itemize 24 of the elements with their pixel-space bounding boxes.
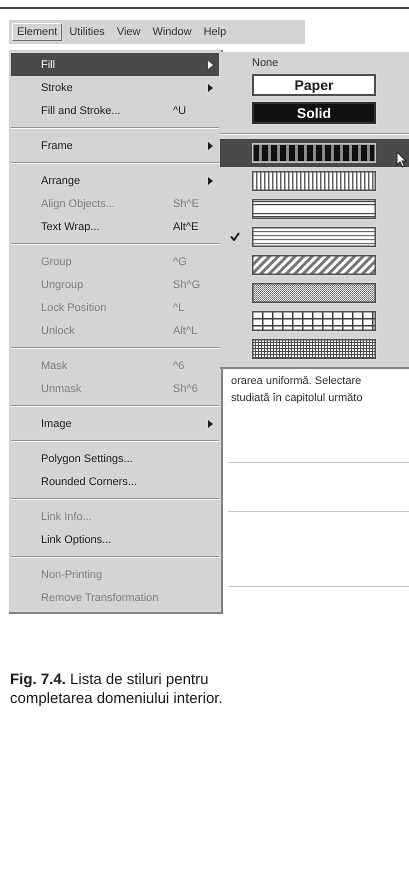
solid-option[interactable]: Solid — [252, 102, 376, 124]
menu-bar-item[interactable]: Element — [12, 23, 62, 41]
menu-item[interactable]: Rounded Corners... — [11, 470, 219, 493]
menu-bar-item[interactable]: View — [112, 23, 146, 41]
document-text-line: studiată în capitolul următo — [230, 391, 364, 406]
menu-bar-item[interactable]: Window — [147, 23, 197, 41]
menu-item[interactable]: Polygon Settings... — [11, 447, 219, 470]
menu-bar-item[interactable]: Utilities — [64, 23, 110, 41]
pointer-cursor-icon — [396, 151, 407, 168]
menu-item[interactable]: Text Wrap... Alt^E — [11, 215, 219, 238]
none-option[interactable]: None — [252, 57, 278, 69]
menu-item[interactable]: Image — [11, 412, 219, 435]
fill-pattern-option[interactable] — [220, 139, 409, 167]
menu-item[interactable]: Link Options... — [11, 528, 219, 551]
menu-item[interactable]: Fill and Stroke... ^U — [11, 99, 219, 122]
document-text-line: orarea uniformă. Selectare — [230, 374, 362, 389]
menu-bar-item[interactable]: Help — [198, 23, 232, 41]
check-icon — [230, 232, 240, 241]
menu-item[interactable]: Frame — [11, 134, 219, 157]
menu-item[interactable]: Fill — [11, 53, 219, 76]
menu-item[interactable]: Stroke — [11, 76, 219, 99]
menu-item[interactable]: Arrange — [11, 169, 219, 192]
paper-option[interactable]: Paper — [252, 74, 376, 96]
figure-caption: Fig. 7.4. Lista de stiluri pentru completarea domeniului interior. — [10, 670, 224, 708]
